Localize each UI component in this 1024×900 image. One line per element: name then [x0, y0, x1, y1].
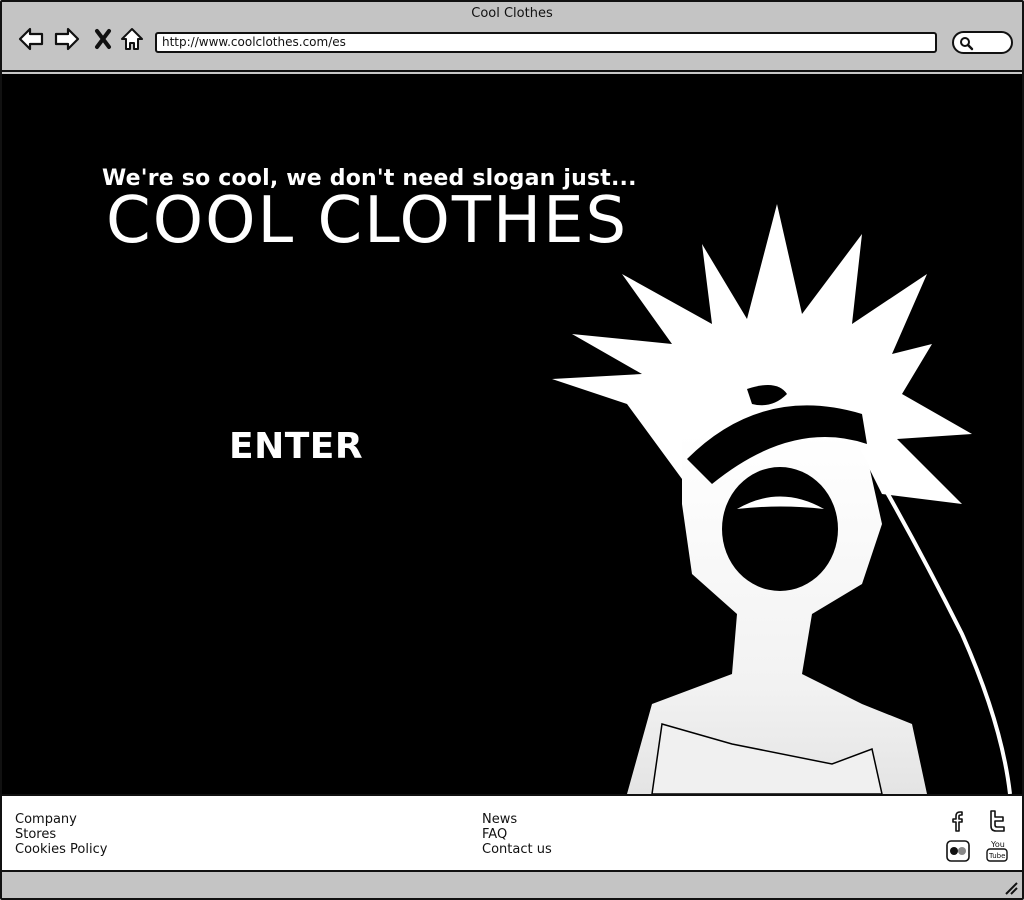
- back-arrow-icon: [18, 27, 44, 51]
- footer-links-left: Company Stores Cookies Policy: [15, 812, 107, 857]
- footer-link-cookies-policy[interactable]: Cookies Policy: [15, 842, 107, 857]
- stop-button[interactable]: [88, 24, 118, 54]
- back-button[interactable]: [16, 24, 46, 54]
- footer-link-news[interactable]: News: [482, 812, 552, 827]
- home-button[interactable]: [117, 24, 147, 54]
- youtube-icon: You Tube: [986, 840, 1008, 862]
- facebook-link[interactable]: [945, 808, 971, 834]
- svg-text:Tube: Tube: [988, 852, 1005, 860]
- browser-chrome: Cool Clothes http://www.coolclothes.com/…: [2, 2, 1022, 72]
- flickr-link[interactable]: [945, 838, 971, 864]
- youtube-link[interactable]: You Tube: [984, 838, 1010, 864]
- stop-icon: [95, 29, 111, 49]
- window-title: Cool Clothes: [471, 6, 553, 21]
- footer-link-contact-us[interactable]: Contact us: [482, 842, 552, 857]
- address-bar[interactable]: http://www.coolclothes.com/es: [155, 32, 937, 53]
- forward-arrow-icon: [54, 27, 80, 51]
- twitter-icon: [990, 810, 1005, 832]
- twitter-link[interactable]: [984, 808, 1010, 834]
- home-icon: [121, 28, 143, 50]
- flickr-icon: [946, 840, 970, 862]
- facebook-icon: [952, 811, 963, 832]
- footer-link-faq[interactable]: FAQ: [482, 827, 552, 842]
- footer-link-company[interactable]: Company: [15, 812, 107, 827]
- resize-grip-icon[interactable]: [1002, 879, 1018, 895]
- browser-window: Cool Clothes http://www.coolclothes.com/…: [0, 0, 1024, 900]
- splash-content: We're so cool, we don't need slogan just…: [2, 74, 1022, 794]
- svg-text:You: You: [990, 840, 1005, 849]
- forward-button[interactable]: [52, 24, 82, 54]
- character-illustration: [552, 204, 1012, 794]
- browser-status-bar: [2, 872, 1022, 898]
- search-icon: [960, 37, 974, 51]
- enter-link[interactable]: ENTER: [229, 426, 363, 467]
- browser-search-field[interactable]: [952, 31, 1013, 54]
- footer-links-middle: News FAQ Contact us: [482, 812, 552, 857]
- footer-link-stores[interactable]: Stores: [15, 827, 107, 842]
- site-footer: Company Stores Cookies Policy News FAQ C…: [2, 794, 1022, 872]
